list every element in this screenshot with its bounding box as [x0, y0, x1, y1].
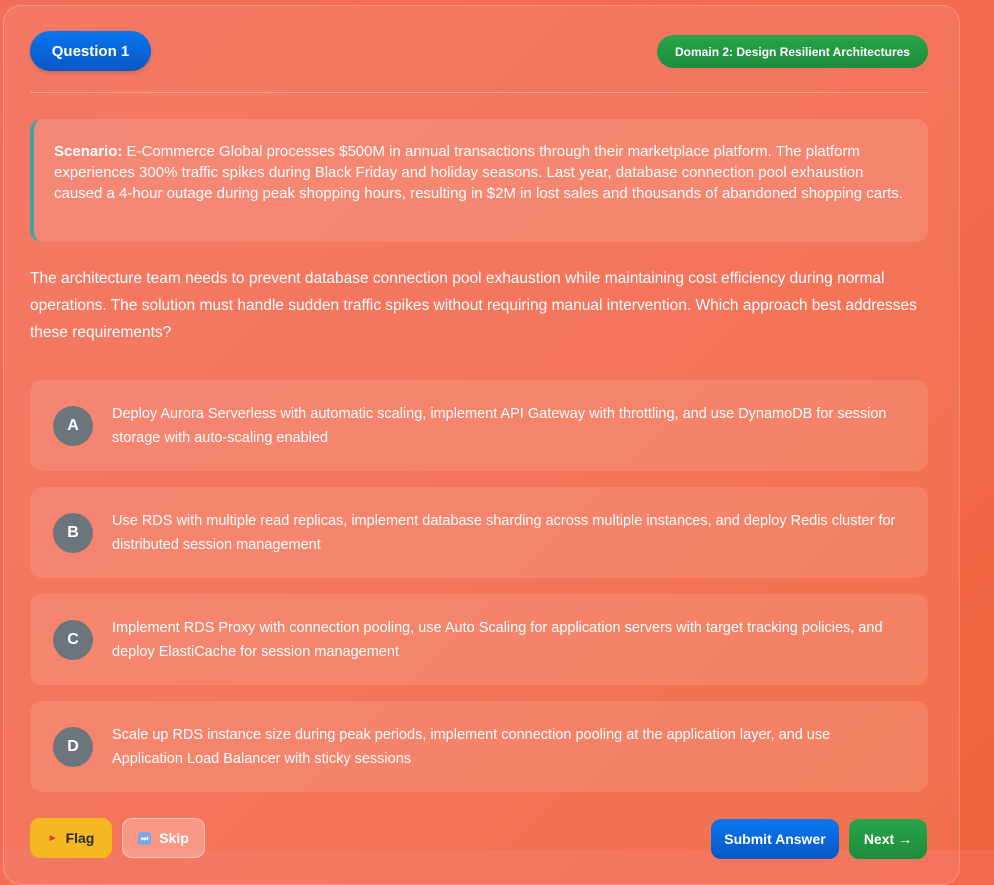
skip-button-label: Skip: [159, 830, 189, 846]
submit-button-label: Submit Answer: [724, 831, 826, 847]
skip-button[interactable]: ⏭ Skip: [122, 818, 205, 858]
option-d[interactable]: D Scale up RDS instance size during peak…: [30, 701, 928, 792]
option-text: Implement RDS Proxy with connection pool…: [112, 620, 883, 660]
next-button[interactable]: Next →: [849, 819, 927, 859]
option-text: Use RDS with multiple read replicas, imp…: [112, 513, 896, 553]
scenario-box: Scenario: E-Commerce Global processes $5…: [30, 119, 928, 242]
option-a[interactable]: A Deploy Aurora Serverless with automati…: [30, 380, 928, 471]
question-number-badge: Question 1: [30, 31, 151, 71]
option-text: Scale up RDS instance size during peak p…: [112, 727, 831, 767]
flag-button-label: Flag: [65, 830, 95, 846]
question-header: Question 1 Domain 2: Design Resilient Ar…: [30, 30, 928, 93]
option-letter: D: [53, 727, 93, 767]
option-letter: B: [53, 513, 93, 553]
next-button-label: Next: [863, 831, 895, 847]
option-b[interactable]: B Use RDS with multiple read replicas, i…: [30, 487, 928, 578]
scenario-text: E-Commerce Global processes $500M in ann…: [54, 143, 903, 202]
option-letter: A: [53, 406, 93, 446]
option-c[interactable]: C Implement RDS Proxy with connection po…: [30, 594, 928, 685]
arrow-right-icon: →: [898, 831, 913, 847]
flag-icon: ►: [47, 832, 58, 844]
option-text: Deploy Aurora Serverless with automatic …: [112, 406, 887, 446]
domain-badge: Domain 2: Design Resilient Architectures: [657, 35, 928, 68]
option-letter: C: [53, 620, 93, 660]
question-text: The architecture team needs to prevent d…: [30, 270, 917, 341]
scenario-label: Scenario:: [54, 143, 123, 160]
skip-icon: ⏭: [138, 831, 152, 845]
submit-answer-button[interactable]: Submit Answer: [711, 819, 839, 859]
flag-button[interactable]: ► Flag: [30, 818, 112, 858]
